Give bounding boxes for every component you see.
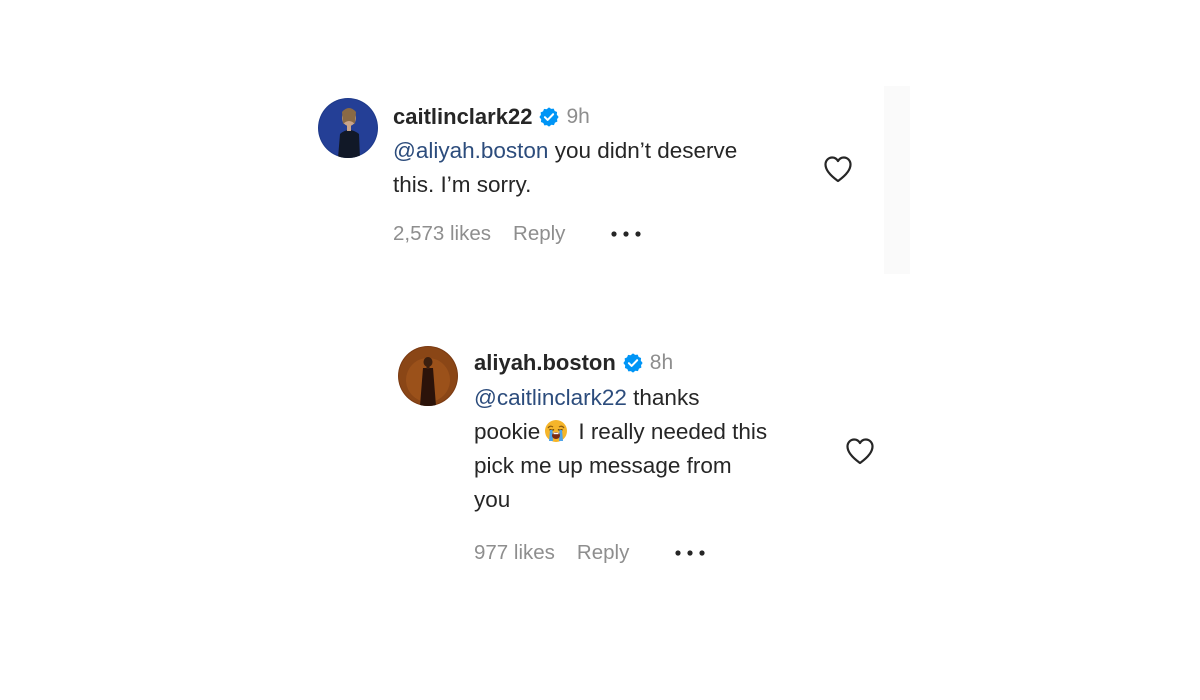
likes-count[interactable]: 977 likes: [474, 541, 555, 565]
verified-badge-icon: [622, 352, 644, 374]
comment-actions: 977 likes Reply: [474, 541, 707, 565]
mention-link[interactable]: @caitlinclark22: [474, 385, 627, 410]
comment-text-segment: pookie: [474, 419, 541, 444]
username[interactable]: aliyah.boston: [474, 350, 616, 376]
avatar[interactable]: [398, 346, 458, 406]
comment-header: caitlinclark22 9h: [393, 104, 590, 130]
mention-link[interactable]: @aliyah.boston: [393, 138, 548, 163]
like-heart-icon[interactable]: [822, 154, 854, 184]
more-options-icon[interactable]: [609, 229, 643, 239]
comment-line-3: pick me up message from: [474, 453, 732, 478]
comment-line-1: @caitlinclark22 thanks: [474, 381, 767, 415]
more-options-icon[interactable]: [673, 548, 707, 558]
comment-line-1: @aliyah.boston you didn’t deserve: [393, 134, 737, 168]
comment-text-segment: I really needed this: [578, 419, 768, 444]
comment-text: @caitlinclark22 thanks pookie I really n…: [474, 381, 767, 517]
avatar-image: [318, 98, 378, 158]
reply-button[interactable]: Reply: [513, 222, 565, 246]
avatar-image: [398, 346, 458, 406]
comment-line-4: you: [474, 487, 511, 512]
comment-actions: 2,573 likes Reply: [393, 222, 643, 246]
avatar[interactable]: [318, 98, 378, 158]
timestamp: 9h: [566, 105, 590, 128]
timestamp: 8h: [649, 351, 674, 374]
reply-button[interactable]: Reply: [577, 541, 629, 565]
likes-count[interactable]: 2,573 likes: [393, 222, 491, 246]
comments-view: caitlinclark22 9h @aliyah.boston you did…: [0, 0, 1200, 700]
username[interactable]: caitlinclark22: [393, 104, 532, 130]
loudly-crying-face-emoji-icon: [544, 419, 568, 443]
like-heart-icon[interactable]: [844, 436, 876, 466]
comment-text: @aliyah.boston you didn’t deserve this. …: [393, 134, 737, 202]
comment-line-2: this. I’m sorry.: [393, 172, 532, 197]
comment-text-segment: you didn’t deserve: [548, 138, 738, 163]
comment-text-segment: thanks: [626, 385, 700, 410]
verified-badge-icon: [538, 106, 560, 128]
comment-line-2: pookie I really needed this: [474, 415, 767, 449]
comment-header: aliyah.boston 8h: [474, 350, 673, 376]
side-panel-strip: [884, 86, 910, 274]
